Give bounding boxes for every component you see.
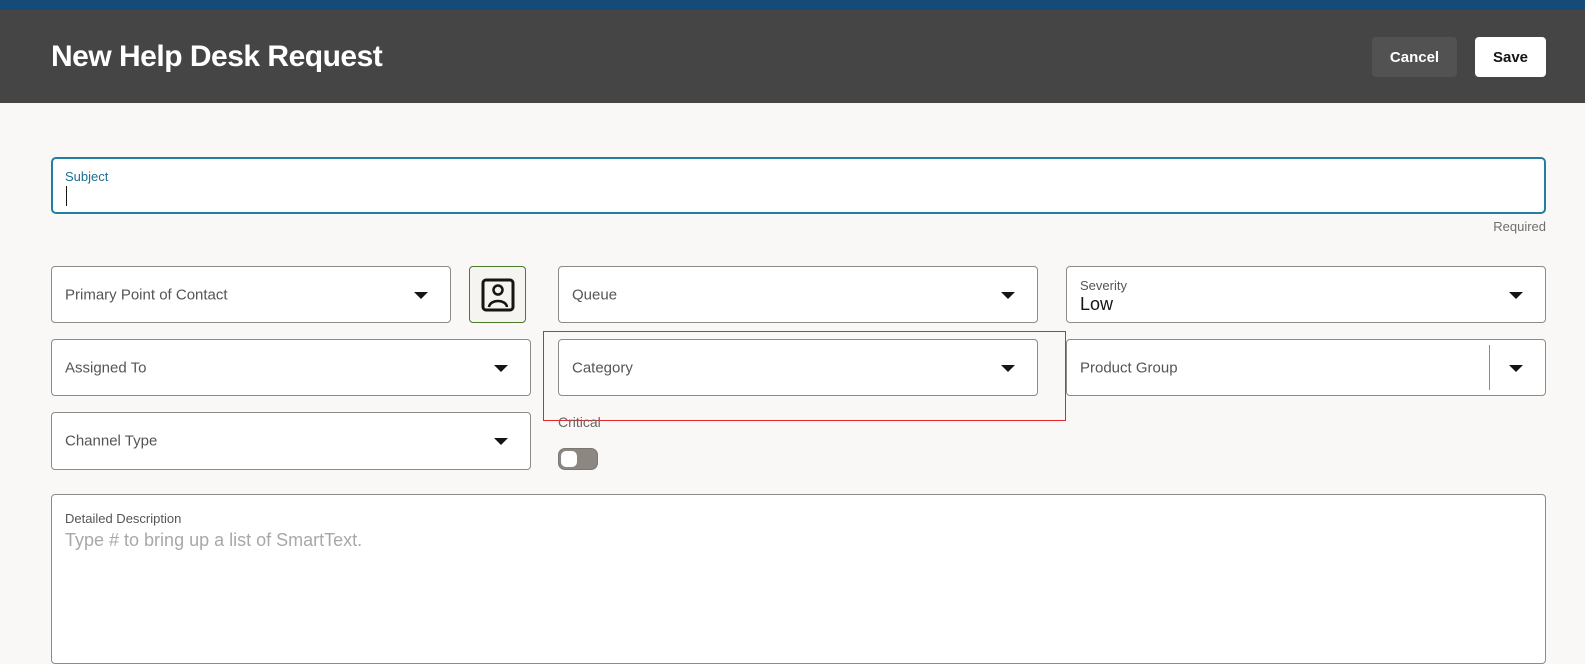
top-accent-bar bbox=[0, 0, 1585, 10]
cancel-button[interactable]: Cancel bbox=[1372, 37, 1457, 77]
chevron-down-icon bbox=[414, 291, 428, 299]
text-cursor bbox=[66, 186, 67, 206]
assigned-to-label: Assigned To bbox=[65, 359, 147, 376]
product-group-label: Product Group bbox=[1080, 359, 1178, 376]
severity-label: Severity bbox=[1080, 278, 1127, 293]
chevron-down-icon[interactable] bbox=[1509, 364, 1523, 372]
queue-label: Queue bbox=[572, 286, 618, 303]
critical-label: Critical bbox=[558, 414, 601, 430]
toggle-knob bbox=[561, 451, 577, 467]
assigned-to-select[interactable]: Assigned To bbox=[51, 339, 531, 396]
divider bbox=[1489, 345, 1490, 390]
queue-select[interactable]: Queue bbox=[558, 266, 1038, 323]
description-textarea[interactable]: Detailed Description Type # to bring up … bbox=[51, 494, 1546, 664]
required-hint: Required bbox=[1493, 219, 1546, 234]
chevron-down-icon bbox=[494, 364, 508, 372]
severity-value: Low bbox=[1080, 294, 1114, 314]
channel-type-label: Channel Type bbox=[65, 432, 158, 450]
product-group-select[interactable]: Product Group bbox=[1066, 339, 1546, 396]
description-label: Detailed Description bbox=[65, 511, 182, 526]
chevron-down-icon bbox=[1509, 291, 1523, 299]
highlight-box bbox=[543, 331, 1066, 421]
description-placeholder: Type # to bring up a list of SmartText. bbox=[65, 530, 363, 550]
subject-label: Subject bbox=[65, 169, 109, 184]
chevron-down-icon bbox=[494, 438, 508, 445]
subject-input[interactable]: Subject bbox=[51, 157, 1546, 214]
channel-type-select[interactable]: Channel Type bbox=[51, 412, 531, 470]
primary-contact-label: Primary Point of Contact bbox=[65, 286, 228, 303]
severity-select[interactable]: Severity Low bbox=[1066, 266, 1546, 323]
page-header: New Help Desk Request Cancel Save bbox=[0, 10, 1585, 103]
contact-card-button[interactable] bbox=[469, 266, 526, 323]
primary-contact-select[interactable]: Primary Point of Contact bbox=[51, 266, 451, 323]
contact-card-icon bbox=[481, 278, 514, 311]
critical-toggle[interactable] bbox=[558, 448, 598, 470]
save-button[interactable]: Save bbox=[1475, 37, 1546, 77]
chevron-down-icon bbox=[1001, 291, 1015, 299]
page-title: New Help Desk Request bbox=[51, 40, 383, 73]
